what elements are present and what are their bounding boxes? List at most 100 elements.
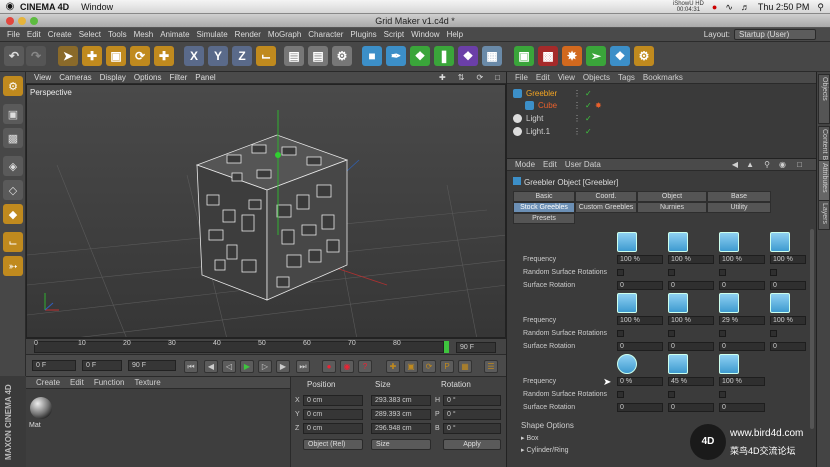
greeble-shape-thumbnail[interactable] bbox=[617, 232, 637, 252]
visibility-toggle-icon[interactable]: ⋮ bbox=[573, 101, 581, 110]
redo-icon[interactable]: ↷ bbox=[26, 46, 46, 66]
key-scale-icon[interactable]: ▣ bbox=[404, 360, 418, 373]
random-rotations-checkbox[interactable] bbox=[719, 330, 726, 337]
random-rotations-checkbox[interactable] bbox=[617, 391, 624, 398]
random-rotations-checkbox[interactable] bbox=[770, 269, 777, 276]
app-menu[interactable]: CINEMA 4D bbox=[20, 2, 69, 12]
surface-rotation-field[interactable]: 0 bbox=[617, 281, 663, 290]
mat-menu-texture[interactable]: Texture bbox=[135, 378, 161, 387]
om-menu-view[interactable]: View bbox=[558, 73, 575, 82]
z-axis-lock-icon[interactable]: Z bbox=[232, 46, 252, 66]
vp-menu-view[interactable]: View bbox=[34, 73, 51, 82]
make-editable-icon[interactable]: ⚙ bbox=[3, 76, 23, 96]
menu-render[interactable]: Render bbox=[235, 30, 261, 39]
attributes-scrollbar[interactable] bbox=[810, 229, 814, 429]
greeble-shape-thumbnail[interactable] bbox=[668, 232, 688, 252]
prev-frame-icon[interactable]: ◁ bbox=[222, 360, 236, 373]
new-manager-icon[interactable]: □ bbox=[797, 160, 802, 169]
greeble-shape-thumbnail[interactable] bbox=[719, 354, 739, 374]
menu-file[interactable]: File bbox=[7, 30, 20, 39]
surface-rotation-field[interactable]: 0 bbox=[617, 403, 663, 412]
random-rotations-checkbox[interactable] bbox=[668, 330, 675, 337]
orbit-icon[interactable]: ⟳ bbox=[476, 73, 483, 82]
axis-mode-icon[interactable]: ⌙ bbox=[3, 232, 23, 252]
tab-custom-greebles[interactable]: Custom Greebles bbox=[575, 202, 637, 213]
apple-menu-icon[interactable]: ◉ bbox=[0, 1, 20, 12]
greeble-shape-thumbnail[interactable] bbox=[770, 293, 790, 313]
tab-presets[interactable]: Presets bbox=[513, 213, 575, 224]
coordinate-system-icon[interactable]: ⌙ bbox=[256, 46, 276, 66]
position-y-field[interactable]: 0 cm bbox=[303, 409, 363, 420]
greeble-shape-thumbnail[interactable] bbox=[617, 354, 637, 374]
enabled-check-icon[interactable]: ✓ bbox=[585, 127, 592, 136]
pan-icon[interactable]: ✚ bbox=[439, 73, 446, 82]
sidetab-layers[interactable]: Layers bbox=[818, 200, 830, 230]
array-icon[interactable]: ❚ bbox=[434, 46, 454, 66]
zoom-icon[interactable]: ⇅ bbox=[458, 73, 465, 82]
texture-mode-icon[interactable]: ▩ bbox=[3, 128, 23, 148]
next-key-icon[interactable]: ▶ bbox=[276, 360, 290, 373]
lock-icon[interactable]: ◉ bbox=[779, 160, 786, 169]
sidetab-objects[interactable]: Objects bbox=[818, 74, 830, 124]
menu-select[interactable]: Select bbox=[79, 30, 101, 39]
key-parameter-icon[interactable]: P bbox=[440, 360, 454, 373]
goto-start-icon[interactable]: ⏮ bbox=[184, 360, 198, 373]
visibility-toggle-icon[interactable]: ⋮ bbox=[573, 89, 581, 98]
volume-icon[interactable]: ♬ bbox=[741, 2, 750, 12]
surface-rotation-field[interactable]: 0 bbox=[617, 342, 663, 351]
rotation-b-field[interactable]: 0 ° bbox=[443, 423, 501, 434]
prev-key-icon[interactable]: ◀ bbox=[204, 360, 218, 373]
key-pla-icon[interactable]: ▦ bbox=[458, 360, 472, 373]
greeble-shape-thumbnail[interactable] bbox=[719, 232, 739, 252]
visibility-toggle-icon[interactable]: ⋮ bbox=[573, 127, 581, 136]
frequency-field[interactable]: 100 % bbox=[668, 255, 714, 264]
plugin-gear-icon[interactable]: ⚙ bbox=[634, 46, 654, 66]
plugin-blue-icon[interactable]: ❖ bbox=[610, 46, 630, 66]
tab-stock-greebles[interactable]: Stock Greebles bbox=[513, 202, 575, 213]
surface-rotation-field[interactable]: 0 bbox=[719, 403, 765, 412]
camera-icon[interactable]: ▣ bbox=[514, 46, 534, 66]
edges-mode-icon[interactable]: ◇ bbox=[3, 180, 23, 200]
material-preview-swatch[interactable] bbox=[30, 397, 52, 419]
search-icon[interactable]: ⚲ bbox=[764, 160, 770, 169]
object-row-light1[interactable]: Light.1 ⋮ ✓ bbox=[513, 125, 592, 137]
attr-menu-mode[interactable]: Mode bbox=[515, 160, 535, 169]
mat-menu-function[interactable]: Function bbox=[94, 378, 125, 387]
plugin-explosion-icon[interactable]: ✸ bbox=[562, 46, 582, 66]
render-picture-viewer-icon[interactable]: ▤ bbox=[308, 46, 328, 66]
mac-menu-window[interactable]: Window bbox=[81, 2, 113, 12]
sub-item-cylinder[interactable]: ▸ Cylinder/Ring bbox=[521, 446, 569, 454]
size-mode-dropdown[interactable]: Size bbox=[371, 439, 431, 450]
close-window-icon[interactable] bbox=[6, 17, 14, 25]
frequency-field[interactable]: 100 % bbox=[770, 316, 806, 325]
autokey-icon[interactable]: ◉ bbox=[340, 360, 354, 373]
frequency-field[interactable]: 100 % bbox=[617, 255, 663, 264]
tweak-mode-icon[interactable]: ➳ bbox=[3, 256, 23, 276]
surface-rotation-field[interactable]: 0 bbox=[719, 281, 765, 290]
timeline-ruler[interactable]: 0 10 20 30 40 50 60 70 80 90 F bbox=[26, 338, 506, 354]
bluetooth-icon[interactable]: ∿ bbox=[725, 2, 733, 13]
menu-window[interactable]: Window bbox=[411, 30, 439, 39]
sub-item-box[interactable]: ▸ Box bbox=[521, 434, 539, 442]
vp-menu-filter[interactable]: Filter bbox=[169, 73, 187, 82]
vp-menu-options[interactable]: Options bbox=[134, 73, 162, 82]
tab-base[interactable]: Base bbox=[707, 191, 771, 202]
timeline-settings-icon[interactable]: ☰ bbox=[484, 360, 498, 373]
tab-coord[interactable]: Coord. bbox=[575, 191, 637, 202]
surface-rotation-field[interactable]: 0 bbox=[770, 342, 806, 351]
menu-tools[interactable]: Tools bbox=[108, 30, 127, 39]
random-rotations-checkbox[interactable] bbox=[770, 330, 777, 337]
random-rotations-checkbox[interactable] bbox=[617, 330, 624, 337]
zoom-window-icon[interactable] bbox=[30, 17, 38, 25]
greeble-shape-thumbnail[interactable] bbox=[719, 293, 739, 313]
render-settings-icon[interactable]: ⚙ bbox=[332, 46, 352, 66]
record-icon[interactable]: ● bbox=[712, 2, 717, 12]
surface-rotation-field[interactable]: 0 bbox=[719, 342, 765, 351]
size-z-field[interactable]: 296.948 cm bbox=[371, 423, 431, 434]
surface-rotation-field[interactable]: 0 bbox=[770, 281, 806, 290]
polygons-mode-icon[interactable]: ◆ bbox=[3, 204, 23, 224]
rotation-p-field[interactable]: 0 ° bbox=[443, 409, 501, 420]
viewport-perspective[interactable]: Perspective bbox=[26, 84, 506, 338]
up-arrow-icon[interactable]: ▲ bbox=[746, 160, 754, 169]
vp-menu-panel[interactable]: Panel bbox=[195, 73, 215, 82]
